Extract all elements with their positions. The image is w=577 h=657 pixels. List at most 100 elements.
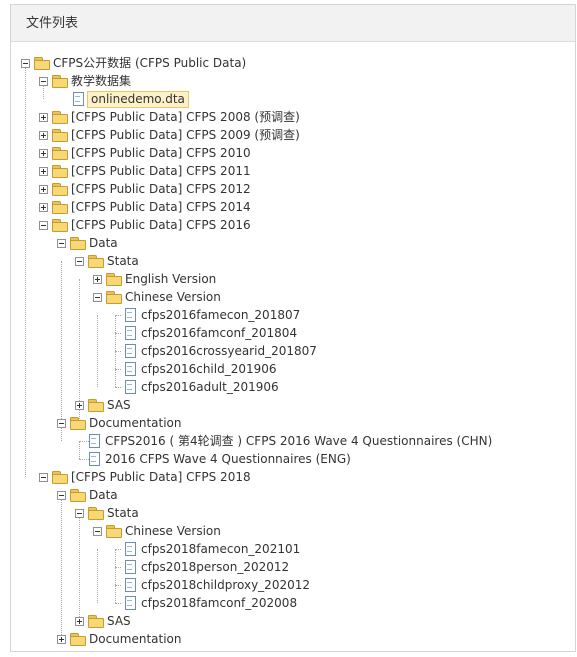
tree-file-item[interactable]: cfps2018famecon_202101	[123, 540, 300, 558]
tree-node-onlinedemo[interactable]: onlinedemo.dta	[71, 90, 189, 108]
tree-node-label[interactable]: Documentation	[89, 630, 182, 648]
tree-node-label[interactable]: [CFPS Public Data] CFPS 2018	[71, 468, 251, 486]
tree-node-2018-documentation[interactable]: Documentation	[57, 630, 182, 648]
folder-open-icon	[88, 254, 104, 268]
tree-node-2016-sas[interactable]: SAS	[75, 396, 131, 414]
tree-node-label[interactable]: CFPS2016 ( 第4轮调查 ) CFPS 2016 Wave 4 Ques…	[105, 432, 492, 450]
tree-node-label[interactable]: Stata	[107, 504, 139, 522]
tree-file-item[interactable]: cfps2016adult_201906	[123, 378, 279, 396]
tree-node-label[interactable]: Chinese Version	[125, 288, 221, 306]
expand-toggle-icon[interactable]	[93, 274, 102, 284]
tree-node-2018-data[interactable]: Data	[57, 486, 118, 504]
collapse-toggle-icon[interactable]	[57, 490, 66, 500]
tree-node-label[interactable]: Data	[89, 234, 118, 252]
expand-toggle-icon[interactable]	[39, 184, 48, 194]
tree-node-2016-documentation[interactable]: Documentation	[57, 414, 182, 432]
tree-node-label[interactable]: [CFPS Public Data] CFPS 2012	[71, 180, 251, 198]
tree-node-label[interactable]: [CFPS Public Data] CFPS 2011	[71, 162, 251, 180]
tree-node-label[interactable]: [CFPS Public Data] CFPS 2016	[71, 216, 251, 234]
collapse-toggle-icon[interactable]	[39, 76, 48, 86]
tree-node-cfps-2018[interactable]: [CFPS Public Data] CFPS 2018	[39, 468, 251, 486]
tree-node-label[interactable]: cfps2016famecon_201807	[141, 306, 300, 324]
expand-toggle-icon[interactable]	[75, 616, 84, 626]
tree-node-2018-stata[interactable]: Stata	[75, 504, 139, 522]
tree-node-root[interactable]: CFPS公开数据 (CFPS Public Data)	[21, 54, 246, 72]
tree-node-2016-stata[interactable]: Stata	[75, 252, 139, 270]
folder-icon	[106, 272, 122, 286]
tree-node-label[interactable]: CFPS公开数据 (CFPS Public Data)	[53, 54, 246, 72]
collapse-toggle-icon[interactable]	[39, 472, 48, 482]
tree-node-cfps-2010[interactable]: [CFPS Public Data] CFPS 2010	[39, 144, 251, 162]
tree-node-2018-sas[interactable]: SAS	[75, 612, 131, 630]
tree-node-label[interactable]: Stata	[107, 252, 139, 270]
file-icon	[125, 308, 137, 322]
tree-node-label[interactable]: cfps2016adult_201906	[141, 378, 279, 396]
folder-icon	[70, 632, 86, 646]
expand-toggle-icon[interactable]	[39, 130, 48, 140]
collapse-toggle-icon[interactable]	[21, 58, 30, 68]
collapse-toggle-icon[interactable]	[57, 418, 66, 428]
folder-icon	[52, 146, 68, 160]
folder-open-icon	[34, 56, 50, 70]
tree-node-label[interactable]: [CFPS Public Data] CFPS 2008 (预调查)	[71, 108, 300, 126]
expand-toggle-icon[interactable]	[57, 634, 66, 644]
tree-node-cfps-2008[interactable]: [CFPS Public Data] CFPS 2008 (预调查)	[39, 108, 300, 126]
tree-node-2016-chinese-version[interactable]: Chinese Version	[93, 288, 221, 306]
tree-node-cfps-2009[interactable]: [CFPS Public Data] CFPS 2009 (预调查)	[39, 126, 300, 144]
tree-node-cfps-2012[interactable]: [CFPS Public Data] CFPS 2012	[39, 180, 251, 198]
expand-toggle-icon[interactable]	[39, 112, 48, 122]
expand-toggle-icon[interactable]	[75, 400, 84, 410]
tree-node-label[interactable]: SAS	[107, 396, 131, 414]
tree-file-item[interactable]: cfps2016crossyearid_201807	[123, 342, 317, 360]
collapse-toggle-icon[interactable]	[75, 256, 84, 266]
tree-node-label[interactable]: Documentation	[89, 414, 182, 432]
tree-node-2016-english-version[interactable]: English Version	[93, 270, 216, 288]
file-icon	[125, 362, 137, 376]
collapse-toggle-icon[interactable]	[75, 508, 84, 518]
tree-node-label-selected[interactable]: onlinedemo.dta	[87, 90, 189, 108]
tree-file-item[interactable]: 2016 CFPS Wave 4 Questionnaires (ENG)	[87, 450, 351, 468]
tree-node-cfps-2014[interactable]: [CFPS Public Data] CFPS 2014	[39, 198, 251, 216]
file-tree: CFPS公开数据 (CFPS Public Data) 教学数据集 online…	[11, 42, 575, 651]
collapse-toggle-icon[interactable]	[57, 238, 66, 248]
tree-file-item[interactable]: cfps2016famecon_201807	[123, 306, 300, 324]
tree-node-label[interactable]: [CFPS Public Data] CFPS 2010	[71, 144, 251, 162]
expand-toggle-icon[interactable]	[39, 202, 48, 212]
tree-node-label[interactable]: cfps2018childproxy_202012	[141, 576, 310, 594]
tree-node-label[interactable]: cfps2016crossyearid_201807	[141, 342, 317, 360]
folder-icon	[52, 164, 68, 178]
tree-file-item[interactable]: cfps2016child_201906	[123, 360, 277, 378]
tree-node-label[interactable]: [CFPS Public Data] CFPS 2009 (预调查)	[71, 126, 300, 144]
tree-node-label[interactable]: Chinese Version	[125, 522, 221, 540]
tree-node-label[interactable]: [CFPS Public Data] CFPS 2014	[71, 198, 251, 216]
tree-node-label[interactable]: cfps2018famecon_202101	[141, 540, 300, 558]
tree-node-cfps-2016[interactable]: [CFPS Public Data] CFPS 2016	[39, 216, 251, 234]
tree-node-teaching-dataset[interactable]: 教学数据集	[39, 72, 131, 90]
tree-node-label[interactable]: English Version	[125, 270, 216, 288]
collapse-toggle-icon[interactable]	[93, 292, 102, 302]
tree-node-label[interactable]: cfps2016child_201906	[141, 360, 277, 378]
file-icon	[125, 380, 137, 394]
tree-file-item[interactable]: cfps2018famconf_202008	[123, 594, 297, 612]
tree-node-label[interactable]: cfps2016famconf_201804	[141, 324, 297, 342]
tree-node-cfps-2011[interactable]: [CFPS Public Data] CFPS 2011	[39, 162, 251, 180]
file-icon	[125, 596, 137, 610]
tree-node-label[interactable]: 2016 CFPS Wave 4 Questionnaires (ENG)	[105, 450, 351, 468]
tree-file-item[interactable]: cfps2018childproxy_202012	[123, 576, 310, 594]
expand-toggle-icon[interactable]	[39, 148, 48, 158]
tree-node-label[interactable]: SAS	[107, 612, 131, 630]
tree-node-label[interactable]: cfps2018person_202012	[141, 558, 289, 576]
expand-toggle-icon[interactable]	[39, 166, 48, 176]
folder-icon	[88, 614, 104, 628]
tree-node-label[interactable]: Data	[89, 486, 118, 504]
tree-node-label[interactable]: 教学数据集	[71, 72, 131, 90]
tree-file-item[interactable]: CFPS2016 ( 第4轮调查 ) CFPS 2016 Wave 4 Ques…	[87, 432, 492, 450]
folder-icon	[88, 398, 104, 412]
tree-node-2018-chinese-version[interactable]: Chinese Version	[93, 522, 221, 540]
tree-file-item[interactable]: cfps2016famconf_201804	[123, 324, 297, 342]
collapse-toggle-icon[interactable]	[39, 220, 48, 230]
tree-file-item[interactable]: cfps2018person_202012	[123, 558, 289, 576]
collapse-toggle-icon[interactable]	[93, 526, 102, 536]
tree-node-label[interactable]: cfps2018famconf_202008	[141, 594, 297, 612]
tree-node-2016-data[interactable]: Data	[57, 234, 118, 252]
